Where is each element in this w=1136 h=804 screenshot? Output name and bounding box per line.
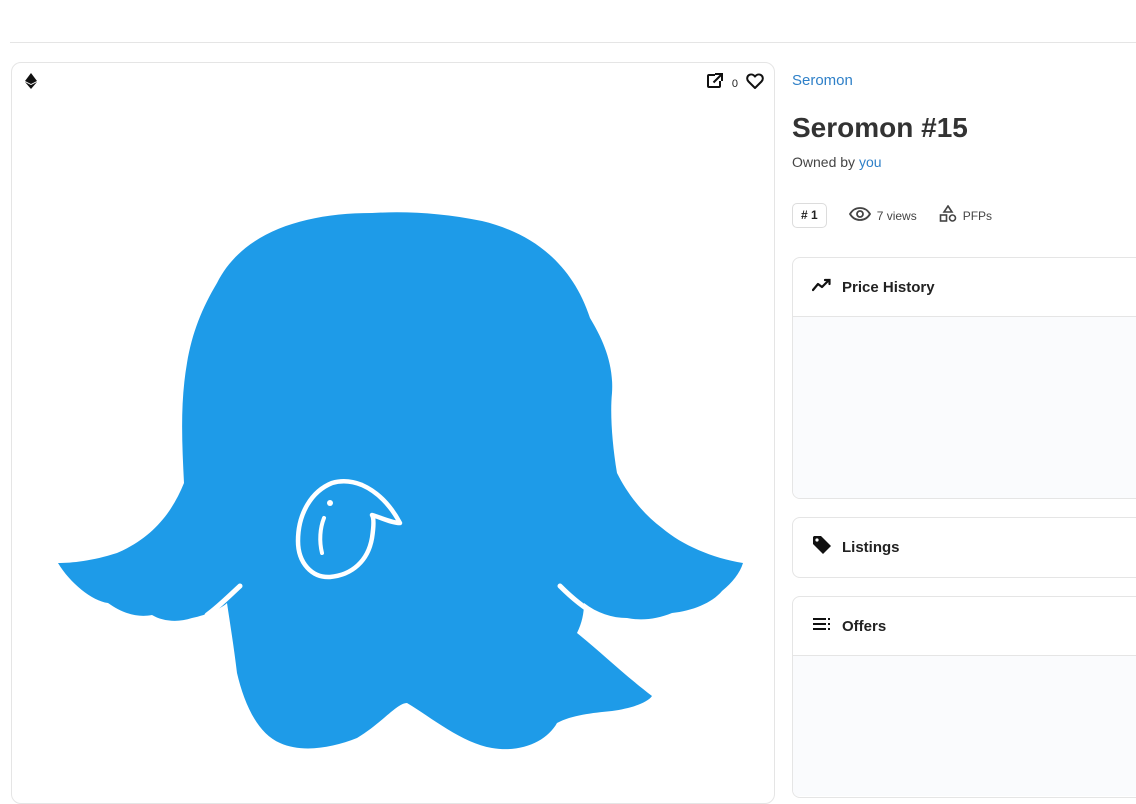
listings-title: Listings <box>842 538 900 556</box>
listings-panel: Listings <box>792 517 1136 578</box>
trending-icon <box>811 278 832 296</box>
owned-by-label: Owned by <box>792 154 856 170</box>
list-icon <box>812 617 832 635</box>
nft-media-card: 0 <box>11 62 775 804</box>
price-history-header[interactable]: Price History <box>793 258 1136 316</box>
owned-by: Owned by you <box>792 154 882 170</box>
tag-icon <box>812 535 832 559</box>
nft-artwork <box>58 212 743 750</box>
item-title: Seromon #15 <box>792 112 968 143</box>
price-history-body <box>793 316 1136 498</box>
like-count: 0 <box>731 77 738 90</box>
category-stat[interactable]: PFPs <box>939 204 993 226</box>
ethereum-icon <box>25 73 37 94</box>
collection-link[interactable]: Seromon <box>792 72 853 89</box>
offers-header[interactable]: Offers <box>793 597 1136 655</box>
views-count: 7 views <box>876 208 917 223</box>
item-stats: # 1 7 views PFPs <box>792 203 992 228</box>
offers-title: Offers <box>842 617 887 635</box>
price-history-title: Price History <box>842 278 935 296</box>
header-divider <box>10 42 1136 43</box>
offers-panel: Offers <box>792 596 1136 798</box>
views-stat: 7 views <box>848 207 917 224</box>
listings-header[interactable]: Listings <box>793 518 1136 576</box>
offers-body <box>793 655 1136 796</box>
rank-badge: # 1 <box>792 203 827 228</box>
owner-link[interactable]: you <box>859 154 882 170</box>
external-link-icon[interactable] <box>706 72 724 95</box>
category-label: PFPs <box>962 208 993 223</box>
shapes-icon <box>939 204 957 226</box>
heart-icon[interactable] <box>746 73 764 94</box>
eye-icon <box>848 207 871 224</box>
price-history-panel: Price History <box>792 257 1136 499</box>
